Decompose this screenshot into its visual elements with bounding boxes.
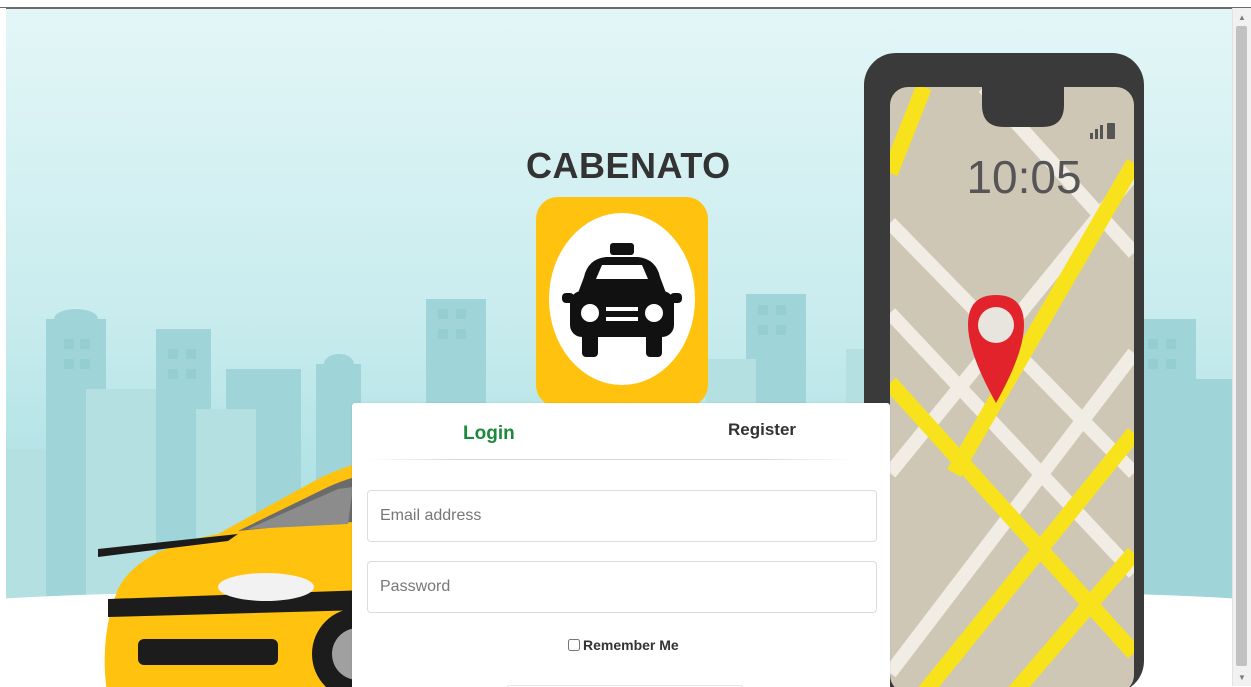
tabs-divider <box>364 459 854 460</box>
scrollbar-thumb[interactable] <box>1236 26 1247 666</box>
email-field[interactable] <box>367 490 877 542</box>
remember-me-checkbox[interactable] <box>568 639 580 651</box>
page-viewport: 10:05 CABENATO Login Register Email addr… <box>6 8 1233 687</box>
auth-tabs: Login Register <box>352 403 890 461</box>
remember-me[interactable]: Remember Me <box>568 637 679 653</box>
tab-login[interactable]: Login <box>463 423 515 445</box>
phone-map-illustration: 10:05 <box>864 53 1144 687</box>
login-card: Login Register Remember Me <box>352 403 890 687</box>
scroll-up-icon[interactable]: ▲ <box>1238 14 1246 22</box>
tab-register[interactable]: Register <box>728 420 796 440</box>
remember-me-label: Remember Me <box>583 637 679 653</box>
vertical-scrollbar[interactable]: ▲ ▼ <box>1232 8 1251 686</box>
scroll-down-icon[interactable]: ▼ <box>1238 674 1246 682</box>
battery-icon <box>1107 123 1115 139</box>
phone-clock: 10:05 <box>966 151 1081 203</box>
brand-logo <box>536 197 708 407</box>
password-field[interactable] <box>367 561 877 613</box>
brand-title: CABENATO <box>526 145 731 186</box>
